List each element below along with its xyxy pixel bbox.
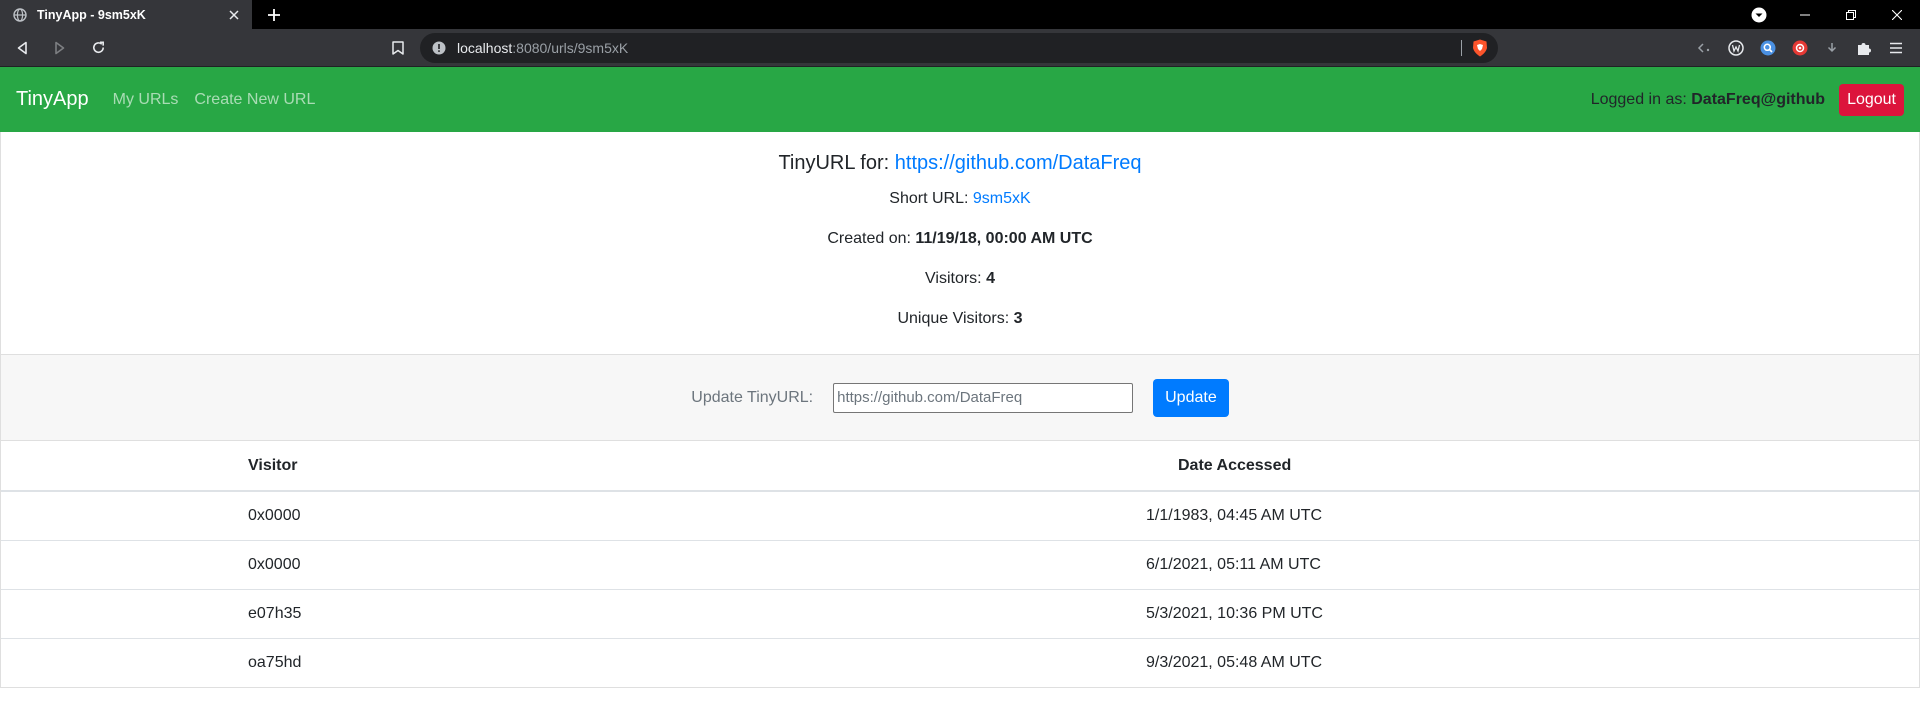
date-cell: 5/3/2021, 10:36 PM UTC: [1041, 588, 1919, 638]
username: DataFreq@github: [1691, 90, 1826, 108]
browser-toolbar: localhost:8080/urls/9sm5xK: [0, 29, 1920, 67]
unique-visitors-value: 3: [1013, 310, 1023, 327]
visitors-value: 4: [986, 270, 995, 287]
bookmark-icon[interactable]: [384, 34, 412, 62]
short-url-line: Short URL: 9sm5xK: [889, 190, 1031, 207]
header-date-accessed: Date Accessed: [1041, 441, 1919, 492]
visitor-cell: oa75hd: [1, 637, 1041, 687]
wallet-extension-icon[interactable]: [1720, 33, 1752, 63]
brand-link[interactable]: TinyApp: [16, 88, 89, 111]
update-form: Update TinyURL: Update: [1, 354, 1919, 441]
created-value: 11/19/18, 00:00 AM UTC: [915, 230, 1093, 247]
forward-arrow-icon[interactable]: [44, 32, 76, 64]
browser-tab-strip: TinyApp - 9sm5xK: [0, 0, 1920, 29]
update-button[interactable]: Update: [1153, 378, 1229, 417]
created-line: Created on: 11/19/18, 00:00 AM UTC: [827, 230, 1093, 247]
tab-title: TinyApp - 9sm5xK: [37, 7, 146, 22]
brave-shields-icon[interactable]: [1470, 38, 1490, 58]
date-cell: 6/1/2021, 05:11 AM UTC: [1041, 539, 1919, 589]
window-close-icon[interactable]: [1874, 0, 1920, 29]
search-extension-icon[interactable]: [1752, 33, 1784, 63]
window-controls: [1744, 0, 1920, 29]
nav-create-url-link[interactable]: Create New URL: [194, 91, 315, 109]
address-divider: [1461, 40, 1462, 56]
unique-visitors-line: Unique Visitors: 3: [897, 310, 1023, 327]
visits-table: Visitor Date Accessed 0x0000 1/1/1983, 0…: [1, 441, 1919, 687]
minimize-icon[interactable]: [1782, 0, 1828, 29]
date-cell: 9/3/2021, 05:48 AM UTC: [1041, 637, 1919, 687]
table-header-row: Visitor Date Accessed: [1, 441, 1919, 492]
long-url-link[interactable]: https://github.com/DataFreq: [895, 152, 1142, 174]
extensions-puzzle-icon[interactable]: [1848, 33, 1880, 63]
url-details: TinyURL for: https://github.com/DataFreq…: [1, 132, 1919, 354]
table-row: oa75hd 9/3/2021, 05:48 AM UTC: [1, 637, 1919, 687]
new-tab-button[interactable]: [260, 0, 288, 29]
table-row: e07h35 5/3/2021, 10:36 PM UTC: [1, 588, 1919, 638]
browser-tab-active[interactable]: TinyApp - 9sm5xK: [0, 0, 252, 29]
logged-in-text: Logged in as: DataFreq@github: [1590, 90, 1826, 108]
update-url-input[interactable]: [833, 382, 1134, 413]
profile-menu-icon[interactable]: [1744, 0, 1774, 29]
update-label: Update TinyURL:: [691, 388, 814, 406]
url-card: TinyURL for: https://github.com/DataFreq…: [0, 132, 1920, 688]
download-icon[interactable]: [1816, 33, 1848, 63]
table-row: 0x0000 6/1/2021, 05:11 AM UTC: [1, 539, 1919, 589]
date-cell: 1/1/1983, 04:45 AM UTC: [1041, 490, 1919, 540]
visitor-cell: 0x0000: [1, 539, 1041, 589]
address-bar[interactable]: localhost:8080/urls/9sm5xK: [420, 33, 1498, 63]
visitor-cell: 0x0000: [1, 490, 1041, 540]
address-url: localhost:8080/urls/9sm5xK: [457, 40, 629, 56]
globe-icon: [12, 7, 28, 23]
short-url-link[interactable]: 9sm5xK: [973, 190, 1031, 207]
plus-icon: [268, 8, 280, 21]
extension-icons: [1688, 33, 1912, 63]
app-navbar: TinyApp My URLs Create New URL Logged in…: [0, 67, 1920, 132]
site-info-icon[interactable]: [430, 39, 448, 57]
table-row: 0x0000 1/1/1983, 04:45 AM UTC: [1, 490, 1919, 540]
nav-my-urls-link[interactable]: My URLs: [113, 91, 179, 109]
logout-button[interactable]: Logout: [1839, 83, 1904, 116]
back-arrow-icon[interactable]: [6, 32, 38, 64]
tab-close-icon[interactable]: [226, 7, 242, 23]
restore-icon[interactable]: [1828, 0, 1874, 29]
user-area: Logged in as: DataFreq@github Logout: [1591, 67, 1904, 132]
visitors-line: Visitors: 4: [925, 270, 995, 287]
rewards-icon[interactable]: [1688, 33, 1720, 63]
card-title: TinyURL for: https://github.com/DataFreq: [778, 152, 1142, 174]
visitor-cell: e07h35: [1, 588, 1041, 638]
adblock-extension-icon[interactable]: [1784, 33, 1816, 63]
header-visitor: Visitor: [1, 441, 1041, 492]
reload-icon[interactable]: [82, 32, 114, 64]
menu-icon[interactable]: [1880, 33, 1912, 63]
